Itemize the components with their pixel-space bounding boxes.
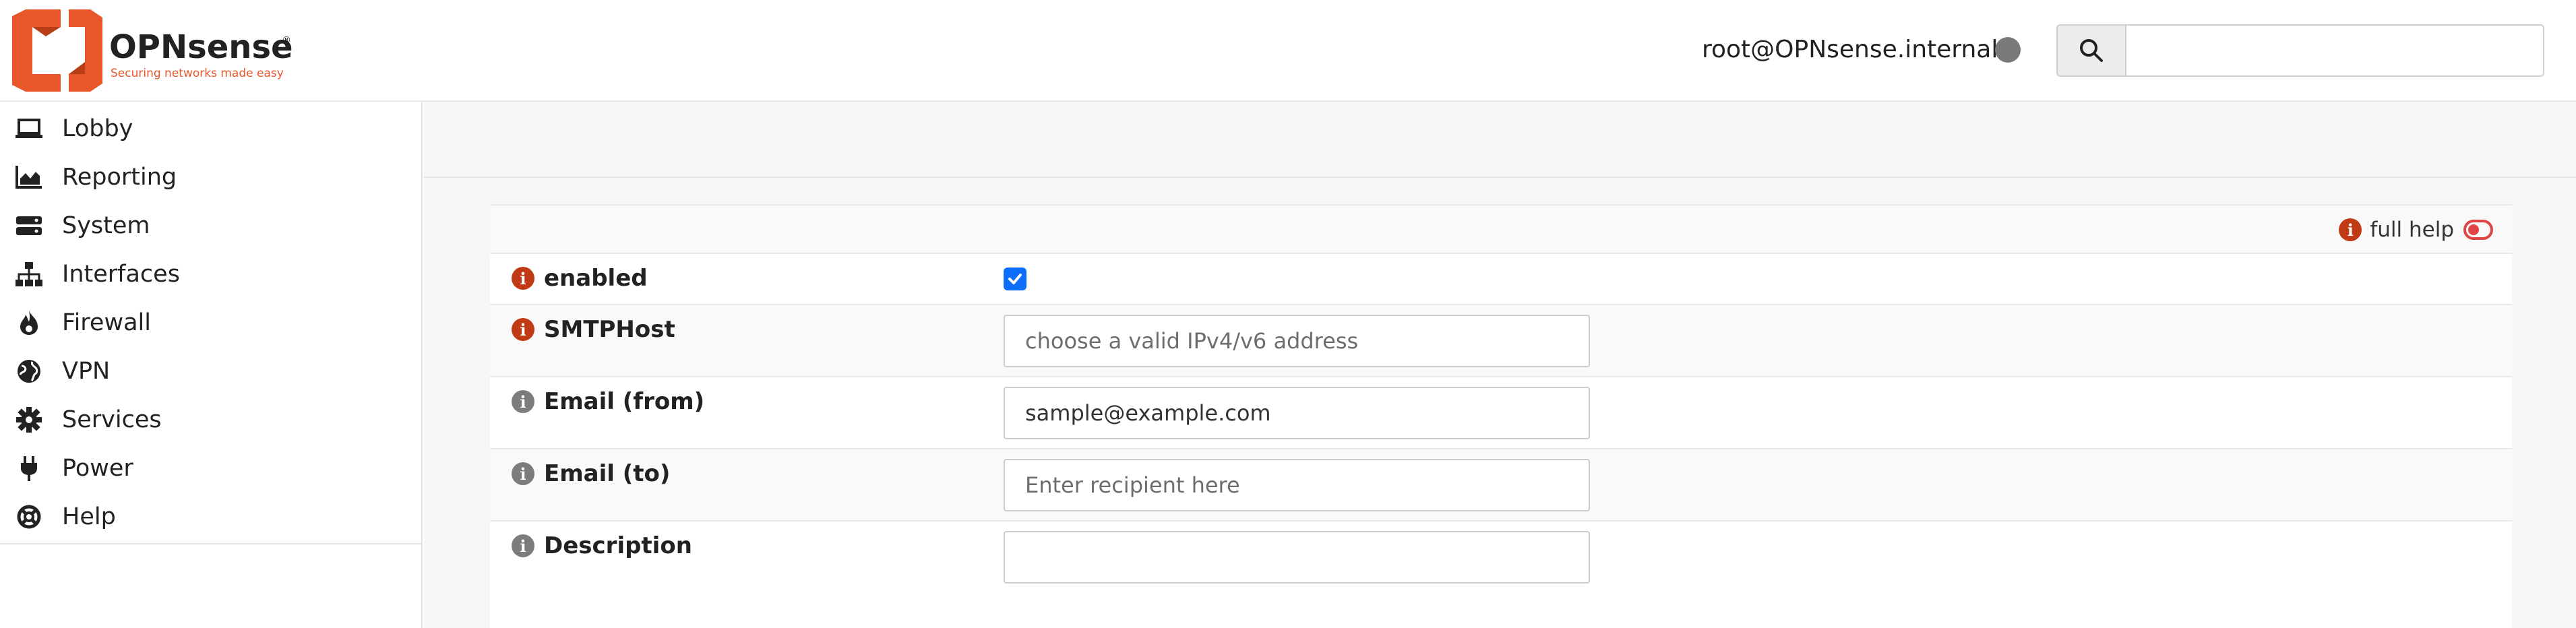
full-help-label: full help (2370, 218, 2454, 242)
label-smtp-host: i SMTPHost (512, 316, 675, 343)
sitemap-icon (16, 262, 42, 286)
info-icon[interactable]: i (512, 267, 534, 290)
sidebar-item-system[interactable]: System (0, 201, 421, 250)
sidebar-item-label: Help (62, 503, 116, 530)
smtp-host-input[interactable] (1004, 315, 1590, 367)
toggle-off-icon[interactable] (2463, 220, 2493, 240)
sidebar-item-services[interactable]: Services (0, 396, 421, 444)
user-label[interactable]: root@OPNsense.internal (1702, 35, 1998, 65)
info-icon: i (2339, 218, 2362, 241)
sidebar-item-reporting[interactable]: Reporting (0, 153, 421, 201)
search-input[interactable] (2125, 24, 2544, 77)
laptop-icon (16, 119, 42, 138)
svg-text:®: ® (282, 35, 291, 46)
info-icon[interactable]: i (512, 318, 534, 341)
info-icon[interactable]: i (512, 462, 534, 485)
logo-tagline: Securing networks made easy (111, 67, 284, 80)
label-description: i Description (512, 532, 692, 559)
search-icon (2080, 39, 2103, 62)
settings-form: i full help i enabled i SMTPHost choose … (490, 204, 2512, 628)
enabled-checkbox[interactable] (1004, 268, 1026, 290)
check-icon (1008, 274, 1022, 284)
label-email-from: i Email (from) (512, 388, 704, 415)
life-ring-icon (17, 505, 41, 529)
info-icon[interactable]: i (512, 390, 534, 413)
sidebar-item-label: Power (62, 455, 133, 482)
row-enabled: i enabled (490, 254, 2512, 305)
email-to-input[interactable] (1004, 459, 1590, 511)
email-from-input[interactable] (1004, 387, 1590, 439)
description-input[interactable] (1004, 531, 1590, 584)
sidebar-item-label: Lobby (62, 115, 133, 142)
row-description: i Description (490, 522, 2512, 628)
sidebar-item-lobby[interactable]: Lobby (0, 104, 421, 153)
sidebar: Lobby Reporting System Interfaces Firewa… (0, 102, 423, 628)
full-help-toggle[interactable]: i full help (2339, 218, 2493, 242)
sidebar-item-firewall[interactable]: Firewall (0, 299, 421, 347)
sidebar-item-label: Reporting (62, 164, 177, 191)
sidebar-item-power[interactable]: Power (0, 444, 421, 493)
row-email-to: i Email (to) (490, 449, 2512, 522)
area-chart-icon (16, 166, 42, 189)
sidebar-item-interfaces[interactable]: Interfaces (0, 250, 421, 299)
sidebar-item-label: System (62, 212, 150, 239)
logo-brand-text: OPNsense (109, 28, 293, 66)
status-indicator[interactable] (1995, 37, 2021, 63)
globe-icon (18, 360, 40, 383)
sidebar-item-label: Interfaces (62, 261, 180, 288)
sidebar-item-label: Services (62, 406, 162, 433)
label-enabled: i enabled (512, 265, 648, 292)
content-title-bar (424, 102, 2576, 178)
fire-icon (20, 311, 38, 335)
row-smtp-host: i SMTPHost (490, 305, 2512, 377)
label-email-to: i Email (to) (512, 460, 670, 487)
plug-icon (21, 456, 37, 481)
opnsense-logo[interactable]: OPNsense ® Securing networks made easy (12, 9, 295, 92)
sidebar-item-help[interactable]: Help (0, 493, 421, 541)
top-header: OPNsense ® Securing networks made easy r… (0, 0, 2576, 102)
sidebar-nav: Lobby Reporting System Interfaces Firewa… (0, 102, 421, 544)
main-content: i full help i enabled i SMTPHost choose … (424, 102, 2576, 628)
server-icon (16, 216, 42, 235)
gear-icon (16, 407, 42, 433)
logo-mark-icon (12, 9, 102, 92)
sidebar-item-label: VPN (62, 358, 111, 385)
search-button[interactable] (2056, 24, 2125, 77)
info-icon[interactable]: i (512, 534, 534, 557)
sidebar-item-vpn[interactable]: VPN (0, 347, 421, 396)
full-help-row: i full help (490, 204, 2512, 254)
sidebar-item-label: Firewall (62, 309, 151, 336)
row-email-from: i Email (from) (490, 377, 2512, 449)
